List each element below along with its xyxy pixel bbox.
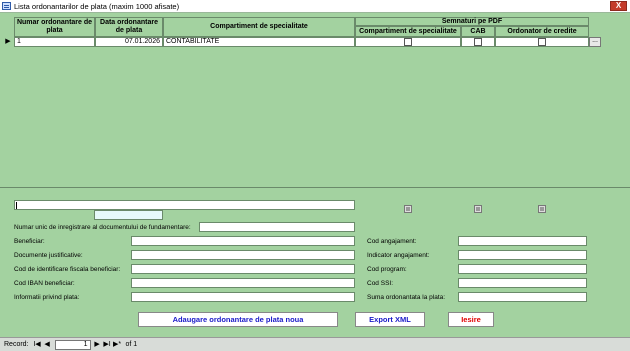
indicator-angajament-field[interactable] bbox=[458, 250, 587, 260]
checkbox-sem-ordonator[interactable] bbox=[538, 38, 546, 46]
detail-checkbox-cab[interactable] bbox=[474, 205, 482, 213]
header-sem-cab-label: CAB bbox=[470, 27, 486, 35]
header-semnaturi-pdf: Semnaturi pe PDF bbox=[355, 17, 589, 26]
window-title-bar: Lista ordonantarilor de plata (maxim 100… bbox=[0, 0, 630, 13]
header-data-ordonantare: Data ordonantare de plata bbox=[95, 17, 163, 37]
first-record-icon[interactable]: I◀ bbox=[33, 340, 42, 350]
text-cursor bbox=[16, 202, 17, 209]
documente-field[interactable] bbox=[131, 250, 355, 260]
header-compartiment-label: Compartiment de specialitate bbox=[210, 23, 308, 30]
numar-unic-field[interactable] bbox=[199, 222, 355, 232]
record-count-label: of 1 bbox=[125, 341, 138, 348]
header-data-label: Data ordonantare de plata bbox=[100, 19, 158, 34]
cod-program-label: Cod program: bbox=[367, 266, 407, 273]
cod-ssi-field[interactable] bbox=[458, 278, 587, 288]
header-sem-compartiment: Compartiment de specialitate bbox=[355, 26, 461, 37]
close-icon[interactable]: X bbox=[610, 1, 627, 11]
cod-angajament-field[interactable] bbox=[458, 236, 587, 246]
header-compartiment: Compartiment de specialitate bbox=[163, 17, 355, 37]
detail-checkbox-compartiment[interactable] bbox=[404, 205, 412, 213]
header-numar-label: Numar ordonantare de plata bbox=[16, 19, 93, 34]
header-sem-ordonator: Ordonator de credite bbox=[495, 26, 589, 37]
cell-data[interactable]: 07.01.2026 bbox=[95, 37, 163, 47]
new-record-icon[interactable]: ▶* bbox=[113, 340, 122, 350]
numar-unic-label: Numar unic de inregistrare al documentul… bbox=[14, 224, 191, 231]
informatii-field[interactable] bbox=[131, 292, 355, 302]
beneficiar-label: Beneficiar: bbox=[14, 238, 45, 245]
documente-label: Documente justificative: bbox=[14, 252, 83, 259]
suma-ordonantata-label: Suma ordonantata la plata: bbox=[367, 294, 446, 301]
informatii-label: Informatii privind plata: bbox=[14, 294, 80, 301]
exit-button[interactable]: Iesire bbox=[448, 312, 494, 327]
detail-date-field[interactable] bbox=[94, 210, 163, 220]
suma-ordonantata-field[interactable] bbox=[458, 292, 587, 302]
detail-main-field[interactable] bbox=[14, 200, 355, 210]
record-navigation-bar: Record: I◀ ◀ 1 ▶ ▶I ▶* of 1 bbox=[0, 337, 630, 351]
checkbox-sem-cab[interactable] bbox=[474, 38, 482, 46]
last-record-icon[interactable]: ▶I bbox=[103, 340, 112, 350]
details-button[interactable]: ... bbox=[589, 37, 601, 47]
header-sem-ordonator-label: Ordonator de credite bbox=[507, 27, 577, 35]
next-record-icon[interactable]: ▶ bbox=[93, 340, 102, 350]
current-record-input[interactable]: 1 bbox=[54, 339, 91, 350]
window-title: Lista ordonantarilor de plata (maxim 100… bbox=[14, 1, 180, 11]
cod-ssi-label: Cod SSI: bbox=[367, 280, 394, 287]
add-ordonantare-button[interactable]: Adaugare ordonantare de plata noua bbox=[138, 312, 338, 327]
cell-numar[interactable]: 1 bbox=[14, 37, 95, 47]
export-xml-button[interactable]: Export XML bbox=[355, 312, 425, 327]
previous-record-icon[interactable]: ◀ bbox=[43, 340, 52, 350]
checkbox-sem-compartiment[interactable] bbox=[404, 38, 412, 46]
cod-angajament-label: Cod angajament: bbox=[367, 238, 417, 245]
cell-compartiment[interactable]: CONTABILITATE bbox=[163, 37, 355, 47]
cif-label: Cod de identificare fiscala beneficiar: bbox=[14, 266, 121, 273]
form-app-icon bbox=[2, 2, 11, 10]
section-divider bbox=[0, 187, 630, 188]
record-selector[interactable]: ▶ bbox=[3, 37, 13, 47]
iban-field[interactable] bbox=[131, 278, 355, 288]
indicator-angajament-label: Indicator angajament: bbox=[367, 252, 430, 259]
beneficiar-field[interactable] bbox=[131, 236, 355, 246]
header-sem-cab: CAB bbox=[461, 26, 495, 37]
record-label: Record: bbox=[4, 341, 29, 348]
cif-field[interactable] bbox=[131, 264, 355, 274]
detail-checkbox-ordonator[interactable] bbox=[538, 205, 546, 213]
header-sem-compartiment-label: Compartiment de specialitate bbox=[359, 27, 457, 35]
header-numar-ordonantare: Numar ordonantare de plata bbox=[14, 17, 95, 37]
iban-label: Cod IBAN beneficiar: bbox=[14, 280, 75, 287]
header-semnaturi-label: Semnaturi pe PDF bbox=[441, 17, 503, 25]
cod-program-field[interactable] bbox=[458, 264, 587, 274]
